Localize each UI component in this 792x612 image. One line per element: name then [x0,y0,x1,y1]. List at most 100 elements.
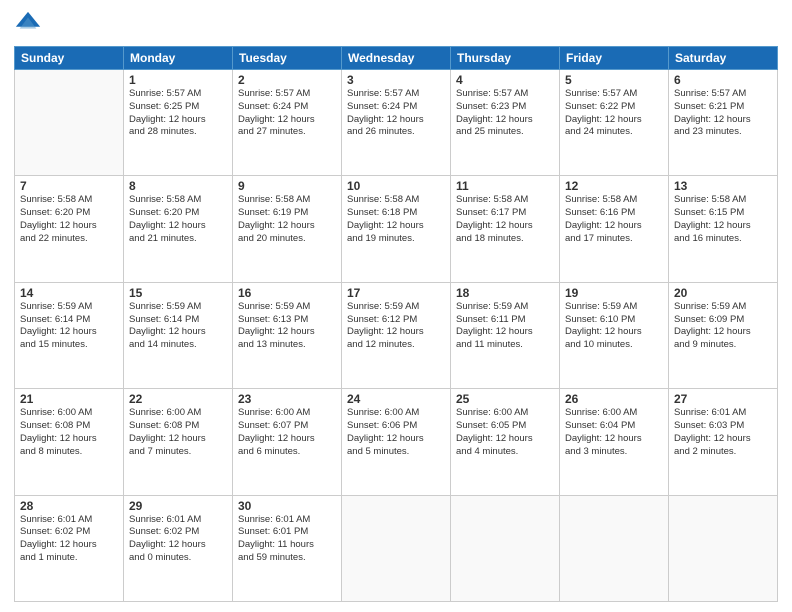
day-number: 10 [347,179,445,193]
calendar-cell: 21Sunrise: 6:00 AM Sunset: 6:08 PM Dayli… [15,389,124,495]
day-info: Sunrise: 5:57 AM Sunset: 6:24 PM Dayligh… [238,88,336,139]
day-number: 30 [238,499,336,513]
weekday-header-friday: Friday [560,47,669,70]
day-info: Sunrise: 6:01 AM Sunset: 6:03 PM Dayligh… [674,407,772,458]
calendar-cell: 28Sunrise: 6:01 AM Sunset: 6:02 PM Dayli… [15,495,124,601]
day-number: 14 [20,286,118,300]
calendar-cell [451,495,560,601]
day-number: 4 [456,73,554,87]
day-info: Sunrise: 5:59 AM Sunset: 6:12 PM Dayligh… [347,301,445,352]
day-number: 19 [565,286,663,300]
day-number: 11 [456,179,554,193]
calendar-cell: 2Sunrise: 5:57 AM Sunset: 6:24 PM Daylig… [233,70,342,176]
calendar-cell: 25Sunrise: 6:00 AM Sunset: 6:05 PM Dayli… [451,389,560,495]
weekday-header-sunday: Sunday [15,47,124,70]
calendar-cell: 18Sunrise: 5:59 AM Sunset: 6:11 PM Dayli… [451,282,560,388]
day-number: 1 [129,73,227,87]
calendar-table: SundayMondayTuesdayWednesdayThursdayFrid… [14,46,778,602]
calendar-cell: 19Sunrise: 5:59 AM Sunset: 6:10 PM Dayli… [560,282,669,388]
calendar-week-2: 7Sunrise: 5:58 AM Sunset: 6:20 PM Daylig… [15,176,778,282]
day-info: Sunrise: 5:59 AM Sunset: 6:11 PM Dayligh… [456,301,554,352]
day-number: 8 [129,179,227,193]
calendar-cell: 26Sunrise: 6:00 AM Sunset: 6:04 PM Dayli… [560,389,669,495]
day-info: Sunrise: 5:57 AM Sunset: 6:23 PM Dayligh… [456,88,554,139]
day-number: 23 [238,392,336,406]
day-number: 15 [129,286,227,300]
day-info: Sunrise: 5:59 AM Sunset: 6:14 PM Dayligh… [20,301,118,352]
calendar-week-5: 28Sunrise: 6:01 AM Sunset: 6:02 PM Dayli… [15,495,778,601]
day-number: 27 [674,392,772,406]
day-number: 9 [238,179,336,193]
day-info: Sunrise: 6:00 AM Sunset: 6:08 PM Dayligh… [20,407,118,458]
day-info: Sunrise: 5:57 AM Sunset: 6:25 PM Dayligh… [129,88,227,139]
day-number: 3 [347,73,445,87]
day-number: 20 [674,286,772,300]
calendar-cell: 7Sunrise: 5:58 AM Sunset: 6:20 PM Daylig… [15,176,124,282]
day-number: 5 [565,73,663,87]
day-number: 26 [565,392,663,406]
calendar-week-3: 14Sunrise: 5:59 AM Sunset: 6:14 PM Dayli… [15,282,778,388]
calendar-cell: 23Sunrise: 6:00 AM Sunset: 6:07 PM Dayli… [233,389,342,495]
day-number: 21 [20,392,118,406]
day-info: Sunrise: 6:01 AM Sunset: 6:01 PM Dayligh… [238,514,336,565]
day-number: 18 [456,286,554,300]
calendar-week-4: 21Sunrise: 6:00 AM Sunset: 6:08 PM Dayli… [15,389,778,495]
calendar-cell: 29Sunrise: 6:01 AM Sunset: 6:02 PM Dayli… [124,495,233,601]
calendar-cell: 1Sunrise: 5:57 AM Sunset: 6:25 PM Daylig… [124,70,233,176]
calendar-cell [560,495,669,601]
calendar-cell: 8Sunrise: 5:58 AM Sunset: 6:20 PM Daylig… [124,176,233,282]
day-info: Sunrise: 6:00 AM Sunset: 6:08 PM Dayligh… [129,407,227,458]
day-info: Sunrise: 5:58 AM Sunset: 6:15 PM Dayligh… [674,194,772,245]
day-number: 25 [456,392,554,406]
day-info: Sunrise: 6:00 AM Sunset: 6:06 PM Dayligh… [347,407,445,458]
day-info: Sunrise: 5:58 AM Sunset: 6:17 PM Dayligh… [456,194,554,245]
day-number: 7 [20,179,118,193]
calendar-cell: 15Sunrise: 5:59 AM Sunset: 6:14 PM Dayli… [124,282,233,388]
day-number: 17 [347,286,445,300]
day-info: Sunrise: 5:57 AM Sunset: 6:22 PM Dayligh… [565,88,663,139]
day-info: Sunrise: 5:58 AM Sunset: 6:16 PM Dayligh… [565,194,663,245]
day-info: Sunrise: 6:01 AM Sunset: 6:02 PM Dayligh… [129,514,227,565]
day-number: 12 [565,179,663,193]
day-number: 2 [238,73,336,87]
day-number: 6 [674,73,772,87]
weekday-header-wednesday: Wednesday [342,47,451,70]
calendar-cell: 16Sunrise: 5:59 AM Sunset: 6:13 PM Dayli… [233,282,342,388]
calendar-cell [15,70,124,176]
calendar-cell: 17Sunrise: 5:59 AM Sunset: 6:12 PM Dayli… [342,282,451,388]
day-number: 29 [129,499,227,513]
day-info: Sunrise: 6:00 AM Sunset: 6:07 PM Dayligh… [238,407,336,458]
page-header [14,10,778,38]
calendar-cell: 11Sunrise: 5:58 AM Sunset: 6:17 PM Dayli… [451,176,560,282]
calendar-cell: 3Sunrise: 5:57 AM Sunset: 6:24 PM Daylig… [342,70,451,176]
day-info: Sunrise: 5:58 AM Sunset: 6:20 PM Dayligh… [20,194,118,245]
calendar-cell: 22Sunrise: 6:00 AM Sunset: 6:08 PM Dayli… [124,389,233,495]
day-info: Sunrise: 6:00 AM Sunset: 6:05 PM Dayligh… [456,407,554,458]
day-number: 16 [238,286,336,300]
weekday-header-saturday: Saturday [669,47,778,70]
day-info: Sunrise: 6:01 AM Sunset: 6:02 PM Dayligh… [20,514,118,565]
day-number: 22 [129,392,227,406]
calendar-cell: 12Sunrise: 5:58 AM Sunset: 6:16 PM Dayli… [560,176,669,282]
weekday-header-thursday: Thursday [451,47,560,70]
logo [14,10,46,38]
calendar-cell: 24Sunrise: 6:00 AM Sunset: 6:06 PM Dayli… [342,389,451,495]
calendar-week-1: 1Sunrise: 5:57 AM Sunset: 6:25 PM Daylig… [15,70,778,176]
day-number: 13 [674,179,772,193]
calendar-cell: 6Sunrise: 5:57 AM Sunset: 6:21 PM Daylig… [669,70,778,176]
day-info: Sunrise: 6:00 AM Sunset: 6:04 PM Dayligh… [565,407,663,458]
day-info: Sunrise: 5:57 AM Sunset: 6:21 PM Dayligh… [674,88,772,139]
day-info: Sunrise: 5:59 AM Sunset: 6:13 PM Dayligh… [238,301,336,352]
day-info: Sunrise: 5:58 AM Sunset: 6:18 PM Dayligh… [347,194,445,245]
calendar-cell [342,495,451,601]
day-info: Sunrise: 5:59 AM Sunset: 6:10 PM Dayligh… [565,301,663,352]
day-info: Sunrise: 5:58 AM Sunset: 6:19 PM Dayligh… [238,194,336,245]
calendar-cell: 27Sunrise: 6:01 AM Sunset: 6:03 PM Dayli… [669,389,778,495]
day-number: 24 [347,392,445,406]
day-info: Sunrise: 5:59 AM Sunset: 6:14 PM Dayligh… [129,301,227,352]
calendar-cell: 13Sunrise: 5:58 AM Sunset: 6:15 PM Dayli… [669,176,778,282]
weekday-header-monday: Monday [124,47,233,70]
calendar-cell: 14Sunrise: 5:59 AM Sunset: 6:14 PM Dayli… [15,282,124,388]
calendar-cell: 10Sunrise: 5:58 AM Sunset: 6:18 PM Dayli… [342,176,451,282]
calendar-cell: 9Sunrise: 5:58 AM Sunset: 6:19 PM Daylig… [233,176,342,282]
